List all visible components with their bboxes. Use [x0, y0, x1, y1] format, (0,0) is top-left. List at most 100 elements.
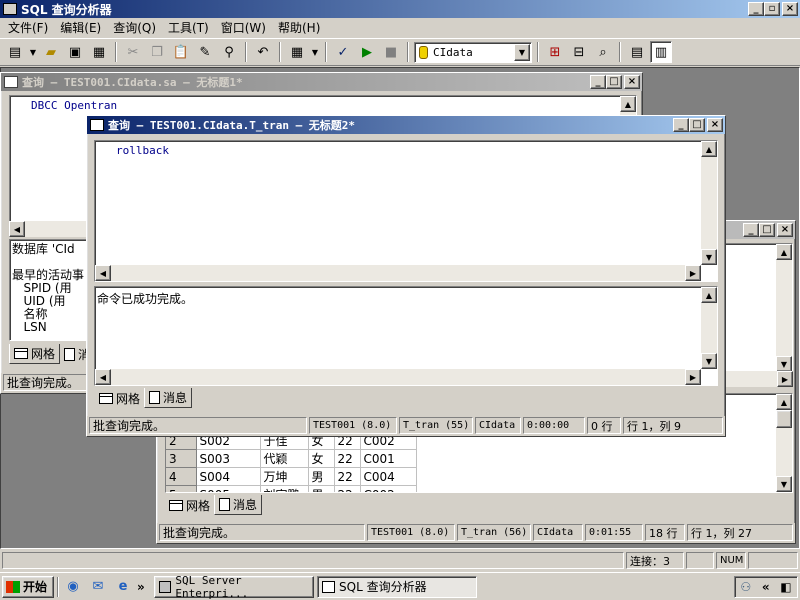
row-number[interactable]: 4 [166, 467, 197, 486]
scroll-right-icon[interactable]: ▶ [777, 371, 793, 387]
grid-cell[interactable]: S004 [196, 467, 261, 486]
menu-window[interactable]: 窗口(W) [215, 19, 272, 36]
menu-file[interactable]: 文件(F) [2, 19, 54, 36]
table-row[interactable]: 4 S004 万坤男 22 C004 [166, 467, 417, 486]
grid-cell[interactable]: 万坤 [260, 467, 309, 486]
scroll-left-icon[interactable]: ◀ [95, 369, 111, 385]
window3-grid-vscroll[interactable]: ▲ ▼ [776, 394, 792, 492]
window2-editor-hscroll[interactable]: ◀ ▶ [95, 265, 701, 281]
window3-close-button[interactable]: × [777, 223, 793, 237]
window2-editor[interactable]: rollback ▲ ▼ ◀ ▶ [94, 140, 718, 282]
grid-cell[interactable]: S005 [196, 485, 261, 492]
execute-icon[interactable]: ▶ [356, 41, 378, 63]
scroll-up-icon[interactable]: ▲ [620, 96, 636, 112]
volume-icon[interactable]: ◧ [780, 580, 791, 594]
window2-close-button[interactable]: × [707, 118, 723, 132]
tab-messages[interactable]: 消息 [214, 495, 263, 515]
insert-template-icon[interactable]: ▦ [88, 41, 110, 63]
paste-icon[interactable]: 📋 [170, 41, 192, 63]
tray-chevron[interactable]: « [762, 580, 770, 594]
row-number[interactable]: 5 [166, 485, 197, 492]
menu-query[interactable]: 查询(Q) [107, 19, 162, 36]
grid-cell[interactable]: 男 [308, 485, 335, 492]
dropdown-arrow-icon[interactable]: ▼ [28, 41, 38, 63]
show-desktop-icon[interactable]: ◉ [62, 576, 84, 598]
scroll-down-icon[interactable]: ▼ [701, 249, 717, 265]
chevron-down-icon[interactable]: ▼ [514, 43, 530, 61]
table-row[interactable]: 3 S003 代颖女 22 C001 [166, 449, 417, 468]
window3-maximize-button[interactable]: □ [759, 223, 775, 237]
grid-cell[interactable]: 代颖 [260, 449, 309, 468]
scroll-up-icon[interactable]: ▲ [776, 244, 792, 260]
table-row[interactable]: 5S005刘宇鹏男22C002 [166, 485, 417, 492]
tab-grid[interactable]: 网格 [95, 388, 144, 408]
close-button[interactable]: × [782, 2, 798, 16]
window1-titlebar[interactable]: 查询 — TEST001.CIdata.sa — 无标题1* _ □ × [1, 73, 642, 91]
new-query-icon[interactable]: ▤ [4, 41, 26, 63]
parse-icon[interactable]: ✓ [332, 41, 354, 63]
window2-editor-vscroll[interactable]: ▲ ▼ [701, 141, 717, 265]
find-icon[interactable]: ⚲ [218, 41, 240, 63]
window2-titlebar[interactable]: 查询 — TEST001.CIdata.T_tran — 无标题2* _ □ × [87, 116, 725, 134]
outlook-express-icon[interactable]: ✉ [87, 576, 109, 598]
start-button[interactable]: 开始 [2, 575, 54, 598]
window1-minimize-button[interactable]: _ [590, 75, 606, 89]
grid-cell[interactable]: C004 [360, 467, 417, 486]
row-number[interactable]: 3 [166, 449, 197, 468]
window3-editor[interactable]: ▲ ▼ [723, 243, 793, 373]
window2-messages-vscroll[interactable]: ▲ ▼ [701, 287, 717, 369]
window2-messages[interactable]: 命令已成功完成。 ▲ ▼ ◀ ▶ [94, 286, 718, 386]
window1-editor-text[interactable]: DBCC Opentran [31, 99, 117, 112]
network-icon[interactable]: ⚇ [740, 580, 751, 594]
scroll-down-icon[interactable]: ▼ [701, 353, 717, 369]
grid-cell[interactable]: 22 [334, 485, 361, 492]
stop-icon[interactable]: ■ [380, 41, 402, 63]
app-titlebar[interactable]: SQL 查询分析器 _ ▫ × [0, 0, 800, 18]
grid-cell[interactable]: 男 [308, 467, 335, 486]
clear-icon[interactable]: ✎ [194, 41, 216, 63]
results-mode-icon[interactable]: ▦ [286, 41, 308, 63]
window2-minimize-button[interactable]: _ [673, 118, 689, 132]
scroll-down-icon[interactable]: ▼ [776, 356, 792, 372]
scroll-left-icon[interactable]: ◀ [95, 265, 111, 281]
grid-cell[interactable]: 刘宇鹏 [260, 485, 309, 492]
window2-messages-hscroll[interactable]: ◀ ▶ [95, 369, 701, 385]
query-window-2[interactable]: 查询 — TEST001.CIdata.T_tran — 无标题2* _ □ ×… [86, 115, 726, 437]
scroll-up-icon[interactable]: ▲ [701, 287, 717, 303]
grid-cell[interactable]: S003 [196, 449, 261, 468]
scroll-left-icon[interactable]: ◀ [9, 221, 25, 237]
open-icon[interactable]: ▰ [40, 41, 62, 63]
internet-explorer-icon[interactable]: e [112, 576, 134, 598]
window3-editor-hscroll[interactable]: ▶ [723, 371, 793, 387]
window3-editor-vscroll[interactable]: ▲ ▼ [776, 244, 792, 372]
window2-maximize-button[interactable]: □ [689, 118, 705, 132]
object-search-icon[interactable]: ⊟ [568, 41, 590, 63]
task-enterprise-manager[interactable]: SQL Server Enterpri... [154, 574, 314, 600]
object-browser-icon[interactable]: ⊞ [544, 41, 566, 63]
grid-cell[interactable]: C002 [360, 485, 417, 492]
menu-help[interactable]: 帮助(H) [272, 19, 326, 36]
show-plan-icon[interactable]: ⌕ [592, 41, 614, 63]
grid-cell[interactable]: 22 [334, 467, 361, 486]
scroll-right-icon[interactable]: ▶ [685, 265, 701, 281]
scroll-down-icon[interactable]: ▼ [776, 476, 792, 492]
grid-cell[interactable]: 女 [308, 449, 335, 468]
tab-grid[interactable]: 网格 [9, 344, 61, 364]
tab-messages[interactable]: 消息 [144, 388, 193, 408]
table-icon[interactable]: ▥ [650, 41, 672, 63]
scroll-up-icon[interactable]: ▲ [776, 394, 792, 410]
save-icon[interactable]: ▣ [64, 41, 86, 63]
grid-cell[interactable]: C001 [360, 449, 417, 468]
database-select[interactable]: CIdata ▼ [414, 41, 532, 63]
restore-button[interactable]: ▫ [764, 2, 780, 16]
window1-maximize-button[interactable]: □ [606, 75, 622, 89]
copy-icon[interactable]: ❐ [146, 41, 168, 63]
window1-close-button[interactable]: × [624, 75, 640, 89]
minimize-button[interactable]: _ [748, 2, 764, 16]
window2-editor-text[interactable]: rollback [116, 144, 169, 157]
dropdown-arrow-icon[interactable]: ▼ [310, 41, 320, 63]
task-query-analyzer[interactable]: SQL 查询分析器 [317, 575, 477, 598]
tab-grid[interactable]: 网格 [165, 495, 214, 515]
properties-icon[interactable]: ▤ [626, 41, 648, 63]
scroll-right-icon[interactable]: ▶ [685, 369, 701, 385]
